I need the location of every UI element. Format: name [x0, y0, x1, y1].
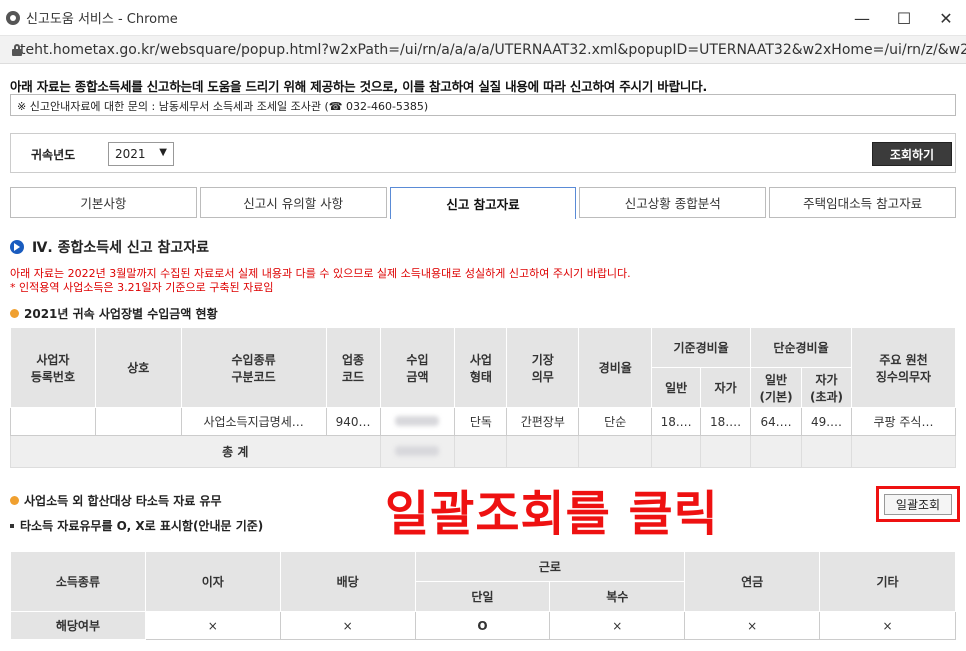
col-interest: 이자 [144, 551, 281, 612]
cell-pension: × [684, 611, 821, 640]
cell-simple-self: 49.… [801, 407, 852, 436]
red-note-line2: * 인적용역 사업소득은 3.21일자 기준으로 구축된 자료임 [10, 281, 274, 294]
chevron-down-icon: ▼ [159, 147, 167, 158]
red-note-line1: 아래 자료는 2022년 3월말까지 수집된 자료로서 실제 내용과 다를 수 … [10, 267, 631, 280]
table-row: 해당여부 × × O × × × [10, 611, 956, 640]
cell-multi: × [549, 611, 686, 640]
batch-search-button[interactable]: 일괄조회 [884, 494, 952, 515]
cell-name [94, 407, 182, 436]
url-text[interactable]: teht.hometax.go.kr/websquare/popup.html?… [20, 42, 966, 58]
col-other: 기타 [819, 551, 956, 612]
tab-reference[interactable]: 신고 참고자료 [389, 187, 577, 219]
minimize-button[interactable]: — [842, 0, 882, 36]
search-button[interactable]: 조회하기 [872, 142, 952, 166]
col-std-self: 자가 [700, 367, 752, 408]
total-label: 총 계 [10, 435, 381, 468]
cell-book: 간편장부 [506, 407, 580, 436]
window-titlebar: 신고도움 서비스 - Chrome — ☐ ✕ [0, 0, 966, 36]
cell-std-self: 18.… [700, 407, 752, 436]
col-payer: 주요 원천 징수의무자 [850, 327, 957, 408]
window-title: 신고도움 서비스 - Chrome [26, 12, 178, 27]
cell-rate: 단순 [578, 407, 653, 436]
col-standard-rate: 기준경비율 [651, 327, 752, 368]
highlight-box: 일괄조회 [876, 486, 960, 522]
col-expense-rate: 경비율 [578, 327, 653, 408]
table1-subtitle-text: 2021년 귀속 사업장별 수입금액 현황 [24, 307, 218, 321]
bullet-icon [10, 309, 19, 318]
cell-single: O [414, 611, 551, 640]
section-title-text: Ⅳ. 종합소득세 신고 참고자료 [32, 240, 210, 256]
col-labor-multi: 복수 [549, 581, 686, 612]
blurred-value [395, 415, 440, 426]
cell-amount [379, 407, 456, 436]
income-by-business-table: 사업자 등록번호 상호 수입종류 구분코드 업종 코드 수입 금액 사업 형태 … [10, 327, 957, 468]
col-bookkeeping: 기장 의무 [506, 327, 580, 408]
col-income-amount: 수입 금액 [379, 327, 456, 408]
col-income-kind: 소득종류 [10, 551, 146, 612]
tab-analysis[interactable]: 신고상황 종합분석 [579, 187, 767, 218]
cell-std-gen: 18.… [651, 407, 702, 436]
cell-form: 단독 [454, 407, 508, 436]
col-dividend: 배당 [279, 551, 416, 612]
total-row: 총 계 [10, 435, 957, 468]
bullet-icon [10, 496, 19, 505]
blurred-value [395, 445, 440, 456]
col-simple-rate: 단순경비율 [750, 327, 852, 368]
col-simple-self: 자가 (초과) [801, 367, 852, 408]
total-amount [379, 435, 456, 468]
table2-note-text: 타소득 자료유무를 O, X로 표시함(안내문 기준) [20, 519, 264, 533]
filter-bar: 귀속년도 2021 ▼ 조회하기 [10, 133, 956, 173]
section-title: Ⅳ. 종합소득세 신고 참고자료 [10, 237, 209, 257]
year-label: 귀속년도 [31, 148, 76, 162]
year-select[interactable]: 2021 ▼ [108, 142, 174, 166]
arrow-right-icon [10, 240, 24, 254]
inquiry-info: ※ 신고안내자료에 대한 문의 : 남동세무서 소득세과 조세일 조사관 (☎ … [10, 94, 956, 116]
tab-basic[interactable]: 기본사항 [10, 187, 197, 218]
red-note: 아래 자료는 2022년 3월말까지 수집된 자료로서 실제 내용과 다를 수 … [10, 267, 631, 295]
year-value: 2021 [115, 147, 146, 161]
close-button[interactable]: ✕ [926, 0, 966, 36]
cell-other: × [819, 611, 956, 640]
annotation-text: 일괄조회를 클릭 [385, 486, 719, 542]
tab-housing-rental[interactable]: 주택임대소득 참고자료 [769, 187, 956, 218]
square-bullet-icon [10, 523, 14, 528]
cell-simple-gen: 64.… [750, 407, 803, 436]
col-simple-general: 일반 (기본) [750, 367, 803, 408]
cell-reg [10, 407, 96, 436]
table2-subtitle-text: 사업소득 외 합산대상 타소득 자료 유무 [24, 494, 222, 508]
cell-payer: 쿠팡 주식… [850, 407, 957, 436]
cell-dividend: × [279, 611, 416, 640]
col-pension: 연금 [684, 551, 821, 612]
address-bar[interactable]: teht.hometax.go.kr/websquare/popup.html?… [0, 36, 966, 64]
col-labor-single: 단일 [414, 581, 551, 612]
col-industry-code: 업종 코드 [325, 327, 381, 408]
col-name: 상호 [94, 327, 182, 408]
tab-bar: 기본사항 신고시 유의할 사항 신고 참고자료 신고상황 종합분석 주택임대소득… [10, 187, 956, 219]
row-label: 해당여부 [10, 611, 146, 640]
cell-interest: × [144, 611, 281, 640]
col-reg-number: 사업자 등록번호 [10, 327, 96, 408]
col-labor: 근로 [414, 551, 686, 582]
cell-code: 940… [325, 407, 381, 436]
col-business-form: 사업 형태 [454, 327, 508, 408]
maximize-button[interactable]: ☐ [884, 0, 924, 36]
chrome-icon [6, 10, 20, 25]
cell-type: 사업소득지급명세… [180, 407, 327, 436]
table2-note: 타소득 자료유무를 O, X로 표시함(안내문 기준) [10, 517, 263, 534]
tab-cautions[interactable]: 신고시 유의할 사항 [199, 187, 387, 218]
notice-text: 아래 자료는 종합소득세를 신고하는데 도움을 드리기 위해 제공하는 것으로,… [10, 79, 708, 94]
table2-subtitle: 사업소득 외 합산대상 타소득 자료 유무 [10, 492, 222, 509]
other-income-table: 소득종류 이자 배당 근로 연금 기타 단일 복수 해당여부 × × O × ×… [10, 551, 956, 640]
col-income-type: 수입종류 구분코드 [180, 327, 327, 408]
table1-subtitle: 2021년 귀속 사업장별 수입금액 현황 [10, 305, 218, 322]
table-row: 사업소득지급명세… 940… 단독 간편장부 단순 18.… 18.… 64.…… [10, 407, 957, 436]
col-std-general: 일반 [651, 367, 702, 408]
